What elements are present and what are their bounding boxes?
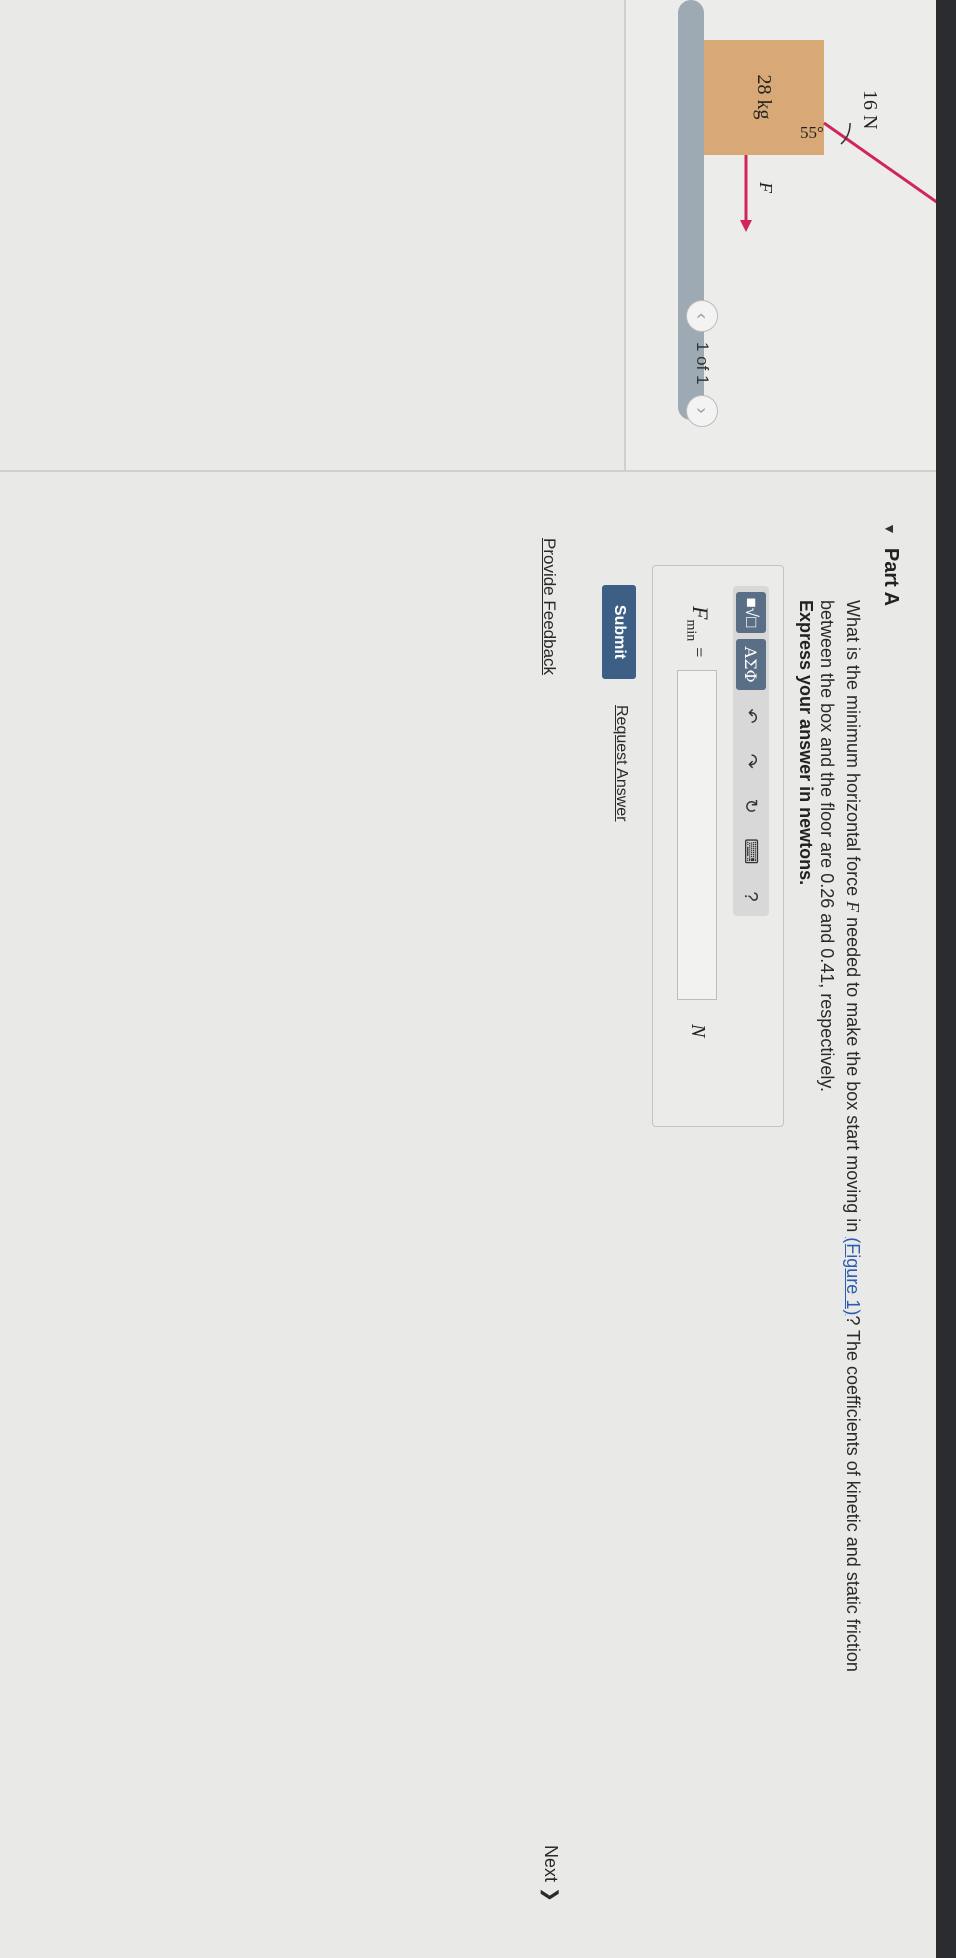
question-segment: What is the minimum horizontal force: [843, 600, 863, 902]
symbols-button[interactable]: ΑΣΦ: [736, 638, 766, 691]
unit-label: N: [687, 1024, 709, 1038]
templates-button[interactable]: ■√□: [736, 592, 766, 633]
symbols-label: ΑΣΦ: [741, 646, 761, 683]
undo-icon: ↶: [741, 708, 762, 724]
provide-feedback-link[interactable]: Provide Feedback: [539, 538, 559, 675]
applied-force-arrow: [823, 121, 936, 212]
redo-icon: ↷: [741, 753, 762, 769]
answer-box: ■√□ ΑΣΦ ↶ ↷ ↻ ⌨ ? Fmin = N: [652, 565, 784, 1127]
reset-button[interactable]: ↻: [736, 787, 766, 826]
figure-panel: 28 kg 16 N 55° F ‹ 1 of 1 ›: [626, 0, 936, 470]
submit-button[interactable]: Submit: [602, 585, 636, 679]
figure-pager: ‹ 1 of 1 ›: [686, 300, 718, 427]
answer-input[interactable]: [677, 670, 717, 1000]
next-figure-button[interactable]: ›: [686, 394, 718, 427]
next-button[interactable]: Next ❯: [540, 1845, 561, 1902]
answer-variable-subscript: min: [683, 619, 699, 642]
mass-label: 28 kg: [753, 75, 775, 120]
panel-divider: [624, 0, 626, 470]
figure-link[interactable]: (Figure 1): [843, 1237, 863, 1315]
collapse-caret-icon[interactable]: ▼: [883, 522, 899, 536]
figure-diagram: 28 kg 16 N 55° F: [678, 0, 936, 420]
help-icon: ?: [741, 891, 762, 902]
part-title: Part A: [880, 547, 902, 607]
force-f-arrowhead: [740, 220, 752, 232]
part-header[interactable]: ▼ Part A: [879, 522, 902, 606]
applied-force-label: 16 N: [859, 90, 881, 129]
templates-icon: ■√□: [742, 597, 761, 628]
question-segment: needed to make the box start moving in: [843, 912, 863, 1238]
math-toolbar: ■√□ ΑΣΦ ↶ ↷ ↻ ⌨ ?: [733, 586, 769, 916]
question-text: What is the minimum horizontal force F n…: [814, 600, 866, 1720]
pager-text: 1 of 1: [693, 342, 712, 385]
prev-figure-button[interactable]: ‹: [686, 300, 718, 332]
force-f-label: F: [756, 181, 776, 194]
equals-sign: =: [689, 647, 709, 658]
answer-instruction: Express your answer in newtons.: [796, 600, 816, 886]
answer-variable: Fmin =: [683, 606, 713, 657]
redo-button[interactable]: ↷: [736, 742, 766, 781]
request-answer-link[interactable]: Request Answer: [612, 705, 630, 822]
panel-divider: [0, 470, 936, 472]
reset-icon: ↻: [741, 798, 762, 814]
keyboard-button[interactable]: ⌨: [736, 832, 766, 871]
browser-edge: [936, 0, 956, 1958]
keyboard-icon: ⌨: [741, 838, 762, 865]
angle-label: 55°: [800, 123, 824, 142]
chevron-right-icon: ›: [692, 407, 713, 414]
chevron-left-icon: ‹: [692, 313, 713, 319]
answer-variable-symbol: F: [688, 606, 713, 620]
question-variable: F: [843, 901, 863, 913]
undo-button[interactable]: ↶: [736, 696, 766, 735]
page-canvas: 28 kg 16 N 55° F ‹ 1 of 1 › ▼ Part A Wha…: [0, 0, 956, 1958]
help-button[interactable]: ?: [736, 877, 766, 916]
